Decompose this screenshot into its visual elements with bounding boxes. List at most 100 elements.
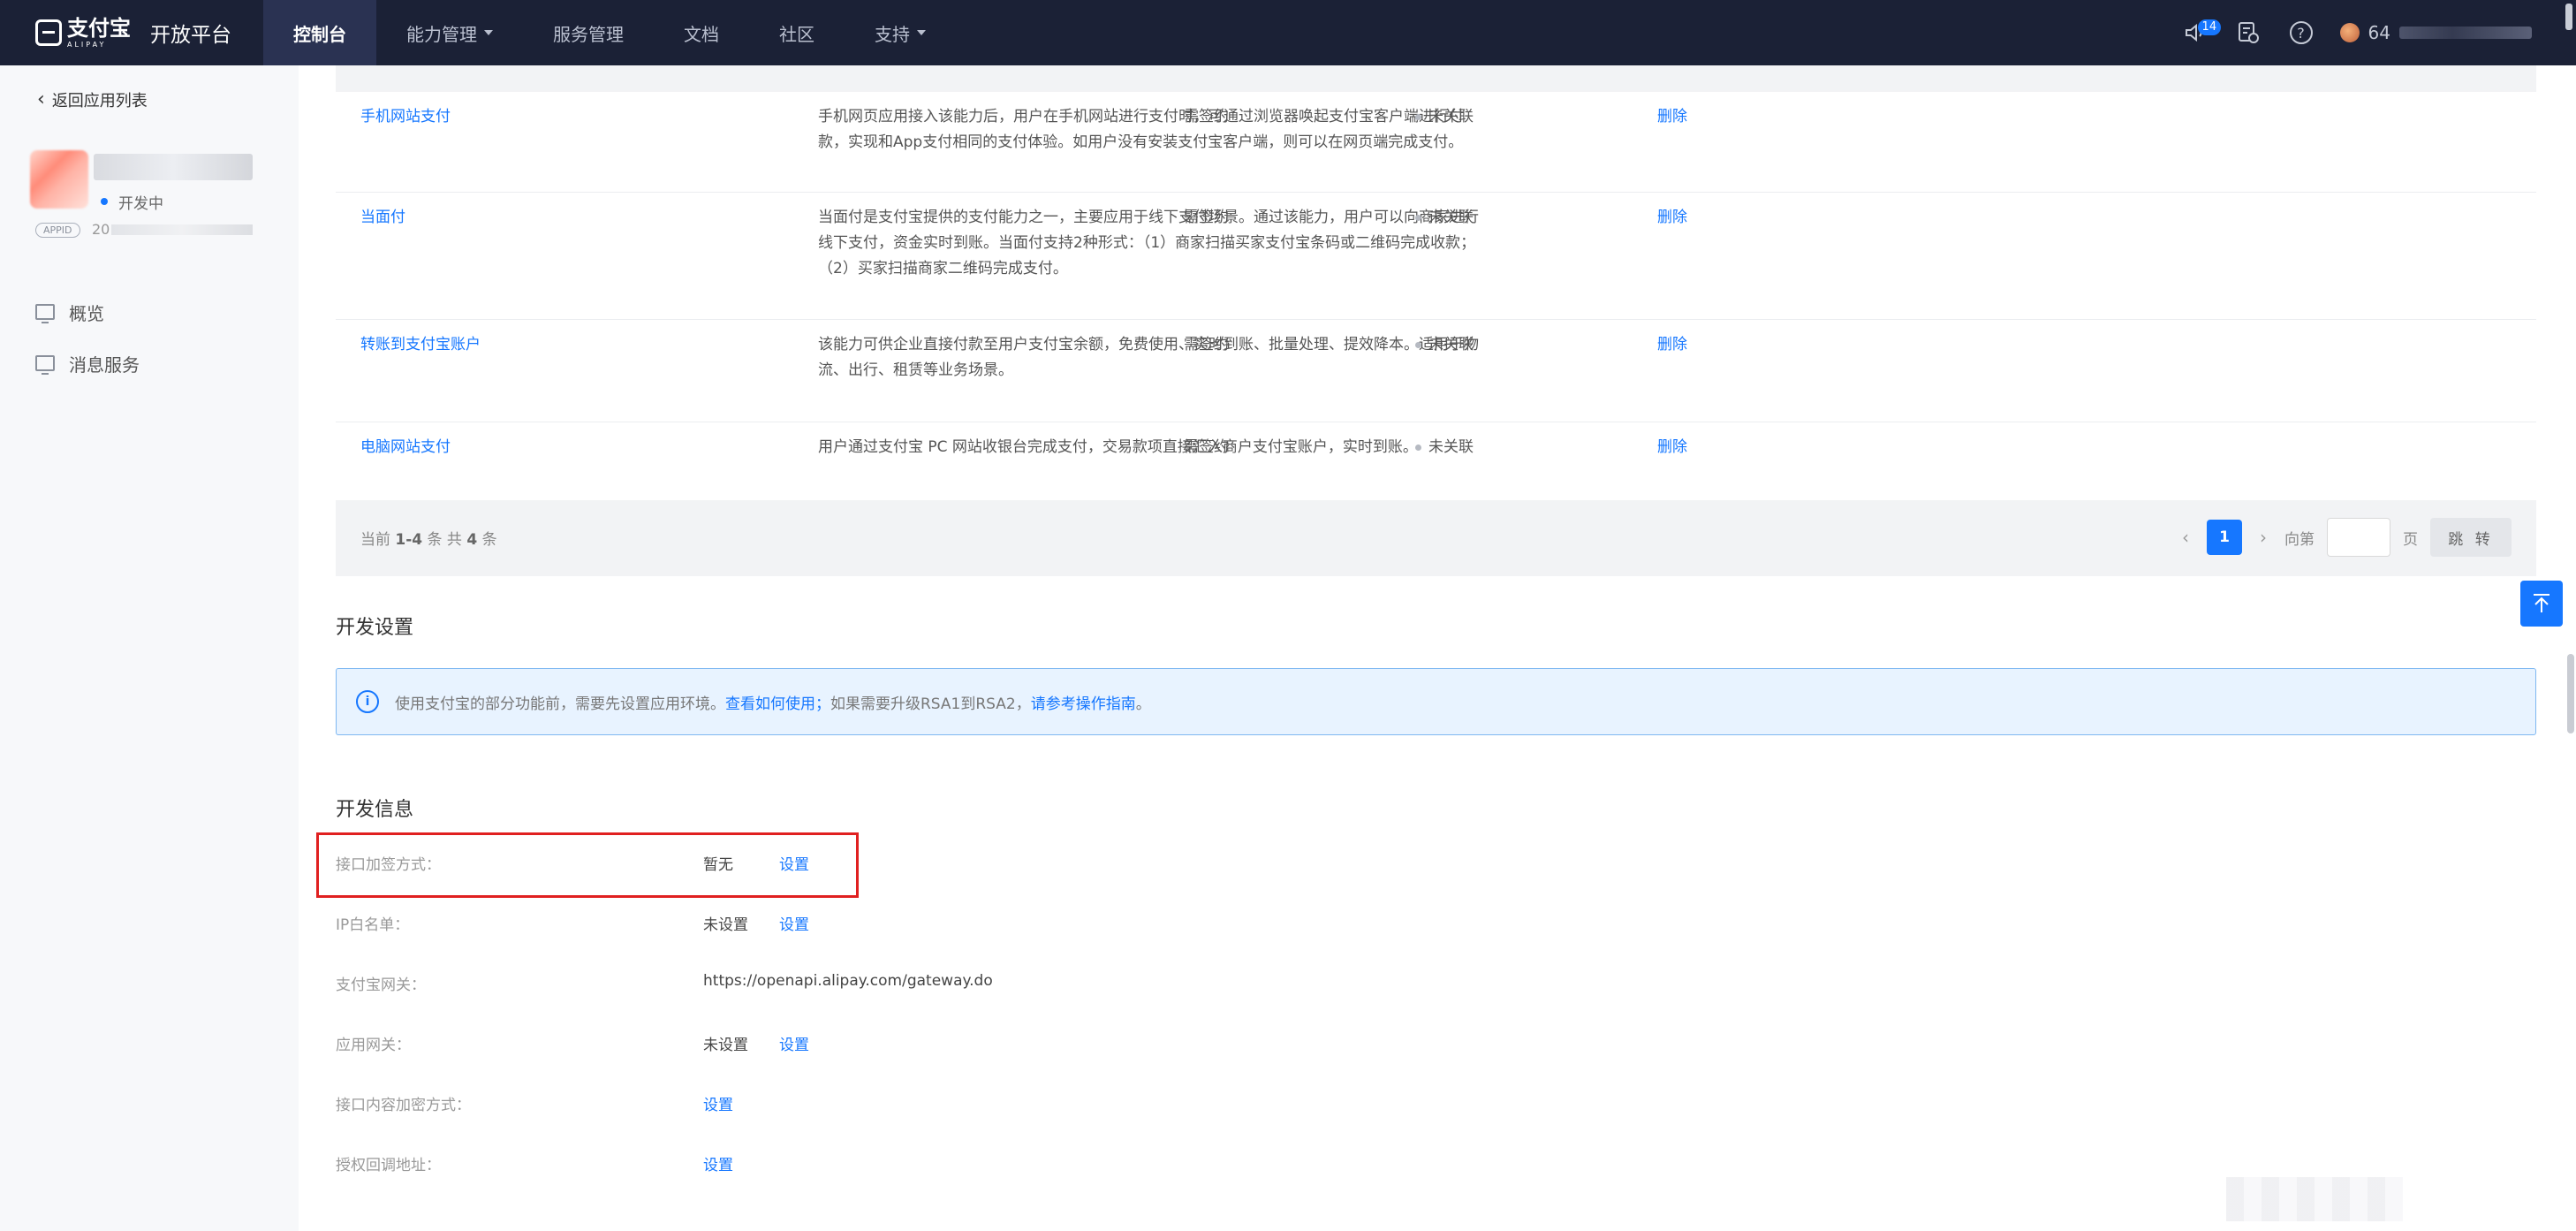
document-clock-icon <box>2238 22 2259 43</box>
info-row-app-gateway: 应用网关： 未设置 设置 <box>336 1025 1396 1060</box>
notice-end: 。 <box>1135 695 1151 713</box>
nav-label: 支持 <box>875 23 910 45</box>
next-page-icon[interactable]: › <box>2254 527 2272 548</box>
info-value: 未设置 <box>703 1037 748 1054</box>
page-unit: 页 <box>2403 530 2418 549</box>
pager-range: 1-4 <box>395 531 423 549</box>
info-label: 授权回调地址： <box>336 1157 441 1174</box>
sidebar-menu: 概览 消息服务 <box>35 286 140 389</box>
capability-name-link[interactable]: 转账到支付宝账户 <box>360 332 481 358</box>
capability-name-link[interactable]: 当面付 <box>360 205 405 231</box>
status-dot-icon <box>1415 342 1421 348</box>
info-row-alipay-gateway: 支付宝网关： https://openapi.alipay.com/gatewa… <box>336 965 1396 1000</box>
delete-link[interactable]: 删除 <box>1657 104 1687 130</box>
sidebar-item-overview[interactable]: 概览 <box>35 286 140 338</box>
sign-requirement: 需签约 <box>1184 438 1229 456</box>
sidebar-item-message-service[interactable]: 消息服务 <box>35 338 140 389</box>
info-label: 应用网关： <box>336 1037 411 1054</box>
sign-requirement: 需签约 <box>1184 336 1229 353</box>
back-to-top-button[interactable] <box>2520 581 2563 627</box>
info-label: 支付宝网关： <box>336 976 426 994</box>
capability-name-link[interactable]: 手机网站支付 <box>360 104 451 130</box>
set-content-encryption-link[interactable]: 设置 <box>703 1092 733 1114</box>
info-label: 接口内容加密方式： <box>336 1097 471 1114</box>
nav-support[interactable]: 支持 <box>845 0 956 65</box>
nav-community[interactable]: 社区 <box>749 0 845 65</box>
set-ip-whitelist-link[interactable]: 设置 <box>779 912 809 934</box>
pager-info-mid: 条 共 <box>427 531 462 549</box>
highlight-annotation <box>316 832 859 898</box>
delete-link[interactable]: 删除 <box>1657 435 1687 460</box>
work-order-button[interactable] <box>2222 0 2275 65</box>
brand[interactable]: 支付宝 ALIPAY 开放平台 <box>0 0 263 65</box>
nav-label: 社区 <box>779 23 814 45</box>
link-status-text: 未关联 <box>1428 438 1474 456</box>
app-status: 开发中 <box>118 195 163 213</box>
nav-label: 文档 <box>684 23 719 45</box>
delete-link[interactable]: 删除 <box>1657 332 1687 358</box>
capability-desc: 当面付是支付宝提供的支付能力之一，主要应用于线下支付场景。通过该能力，用户可以向… <box>818 209 1479 277</box>
capability-name-link[interactable]: 电脑网站支付 <box>360 435 451 460</box>
delete-link[interactable]: 删除 <box>1657 205 1687 231</box>
link-status: 未关联 <box>1415 104 1474 130</box>
pager-info-post: 条 <box>481 531 497 549</box>
brand-cn: 支付宝 <box>67 15 131 41</box>
chevron-left-icon: ‹ <box>37 88 45 110</box>
notice-content: 使用支付宝的部分功能前，需要先设置应用环境。查看如何使用；如果需要升级RSA1到… <box>395 691 1151 713</box>
capability-desc: 该能力可供企业直接付款至用户支付宝余额，免费使用、实时到账、批量处理、提效降本。… <box>818 336 1479 379</box>
info-value: 未设置 <box>703 916 748 934</box>
dev-info-title: 开发信息 <box>336 799 414 821</box>
window-scrollbar-top <box>2565 4 2572 30</box>
jump-button[interactable]: 跳 转 <box>2430 518 2512 557</box>
nav-label: 服务管理 <box>553 23 624 45</box>
main-content: 手机网站支付 手机网页应用接入该能力后，用户在手机网站进行支付时，可通过浏览器唤… <box>299 65 2576 1231</box>
status-dot-icon <box>101 198 108 205</box>
goto-page-input[interactable] <box>2327 518 2390 557</box>
topbar-right: 14 ? 64 <box>2169 0 2576 65</box>
pager-info-pre: 当前 <box>360 531 390 549</box>
table-row: 转账到支付宝账户 该能力可供企业直接付款至用户支付宝余额，免费使用、实时到账、批… <box>336 320 2536 422</box>
brand-en: ALIPAY <box>67 40 107 49</box>
announcement-button[interactable]: 14 <box>2169 0 2222 65</box>
set-app-gateway-link[interactable]: 设置 <box>779 1032 809 1054</box>
back-to-app-list[interactable]: ‹ 返回应用列表 <box>37 88 148 111</box>
pagination-controls: ‹ 1 › 向第 页 跳 转 <box>2177 518 2512 557</box>
top-navbar: 支付宝 ALIPAY 开放平台 控制台 能力管理 服务管理 文档 社区 支持 1… <box>0 0 2576 65</box>
link-status: 未关联 <box>1415 435 1474 460</box>
capability-table: 手机网站支付 手机网页应用接入该能力后，用户在手机网站进行支付时，可通过浏览器唤… <box>336 92 2536 500</box>
sidebar: ‹ 返回应用列表 开发中 APPID 20 概览 消息服务 <box>0 65 299 1231</box>
dev-settings-title: 开发设置 <box>336 617 414 639</box>
redacted-watermark <box>2226 1177 2403 1221</box>
sign-requirement: 需签约 <box>1184 108 1229 125</box>
set-auth-callback-link[interactable]: 设置 <box>703 1152 733 1174</box>
table-header-strip <box>336 65 2536 92</box>
page-scrollbar[interactable] <box>2567 654 2574 733</box>
avatar <box>2339 23 2360 42</box>
how-to-use-link[interactable]: 查看如何使用； <box>725 695 830 713</box>
prev-page-icon[interactable]: ‹ <box>2177 527 2194 548</box>
nav-label: 能力管理 <box>406 23 477 45</box>
main-nav: 控制台 能力管理 服务管理 文档 社区 支持 <box>263 0 956 65</box>
nav-capability-mgmt[interactable]: 能力管理 <box>376 0 523 65</box>
nav-service-mgmt[interactable]: 服务管理 <box>523 0 654 65</box>
nav-docs[interactable]: 文档 <box>654 0 749 65</box>
user-menu[interactable]: 64 <box>2328 22 2576 43</box>
link-status-text: 未关联 <box>1428 209 1474 226</box>
chart-monitor-icon <box>35 355 55 375</box>
sidebar-item-label: 概览 <box>69 302 104 324</box>
notification-badge: 14 <box>2197 19 2222 35</box>
table-row: 手机网站支付 手机网页应用接入该能力后，用户在手机网站进行支付时，可通过浏览器唤… <box>336 92 2536 193</box>
monitor-icon <box>35 304 55 323</box>
caret-down-icon <box>917 30 926 35</box>
nav-console[interactable]: 控制台 <box>263 0 376 65</box>
page-number-current[interactable]: 1 <box>2207 520 2242 555</box>
operation-guide-link[interactable]: 请参考操作指南 <box>1031 695 1136 713</box>
status-dot-icon <box>1415 114 1421 120</box>
sign-requirement: 需签约 <box>1184 209 1229 226</box>
info-row-content-encryption: 接口内容加密方式： 设置 <box>336 1085 1396 1121</box>
table-row: 当面付 当面付是支付宝提供的支付能力之一，主要应用于线下支付场景。通过该能力，用… <box>336 193 2536 320</box>
info-row-ip-whitelist: IP白名单： 未设置 设置 <box>336 905 1396 940</box>
link-status-text: 未关联 <box>1428 108 1474 125</box>
table-row: 电脑网站支付 用户通过支付宝 PC 网站收银台完成支付，交易款项直接汇入商户支付… <box>336 422 2536 500</box>
help-button[interactable]: ? <box>2275 0 2328 65</box>
